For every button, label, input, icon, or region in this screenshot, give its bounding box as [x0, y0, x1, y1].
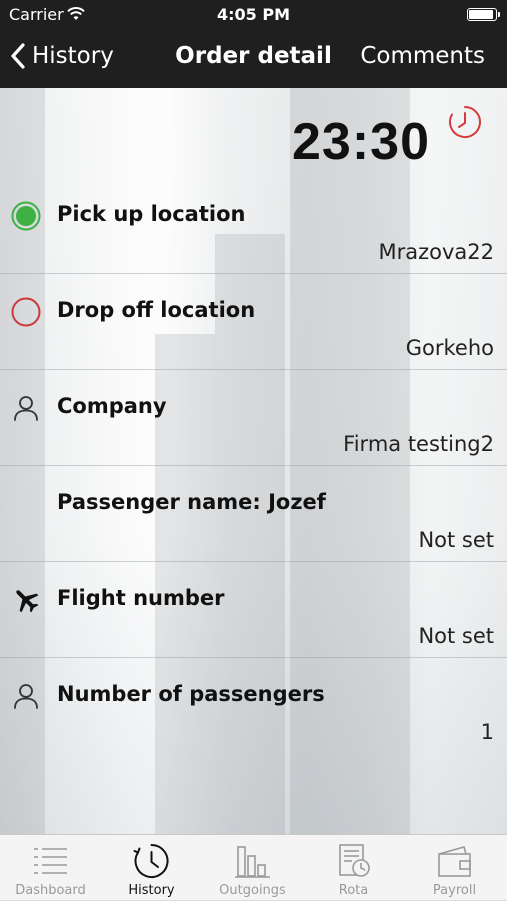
company-label: Company: [57, 394, 167, 418]
person-icon: [14, 684, 38, 709]
battery-fill: [469, 10, 493, 19]
tab-dashboard[interactable]: Dashboard: [0, 835, 101, 901]
passenger-count-row: Number of passengers 1: [0, 658, 507, 754]
tab-payroll[interactable]: Payroll: [404, 835, 505, 901]
tab-label: Rota: [338, 883, 369, 898]
list-icon: [34, 848, 67, 874]
pickup-location-value: Mrazova22: [378, 240, 494, 264]
passenger-count-label: Number of passengers: [57, 682, 325, 706]
comments-button[interactable]: Comments: [360, 43, 485, 69]
tab-history[interactable]: History: [101, 835, 202, 901]
pickup-location-label: Pick up location: [57, 202, 246, 226]
tab-rota[interactable]: Rota: [303, 835, 404, 901]
company-row: Company Firma testing2: [0, 370, 507, 466]
passenger-name-label: Passenger name: Jozef: [57, 490, 326, 514]
battery-icon: [467, 8, 500, 21]
pickup-location-row: Pick up location Mrazova22: [0, 178, 507, 274]
status-bar: Carrier 4:05 PM: [0, 0, 507, 30]
green-dot-icon: [11, 201, 41, 231]
tab-label: Outgoings: [219, 883, 286, 898]
wallet-icon: [438, 846, 471, 877]
history-clock-icon: [133, 843, 169, 878]
flight-number-value: Not set: [418, 624, 494, 648]
person-icon: [14, 396, 38, 421]
airplane-icon: [16, 590, 39, 613]
flight-number-label: Flight number: [57, 586, 225, 610]
navigation-bar: History Order detail Comments: [0, 30, 507, 88]
order-detail-content: 23:30 Pick up location Mrazova22 Drop of…: [0, 88, 507, 834]
dropoff-location-value: Gorkeho: [405, 336, 494, 360]
tab-label: Payroll: [432, 883, 477, 898]
flight-number-row: Flight number Not set: [0, 562, 507, 658]
order-time: 23:30: [292, 113, 430, 171]
red-circle-icon: [11, 297, 41, 327]
chevron-left-icon: [11, 43, 25, 69]
clock-history-icon[interactable]: [447, 104, 483, 140]
status-time: 4:05 PM: [216, 5, 290, 24]
passenger-name-row: Passenger name: Jozef Not set: [0, 466, 507, 562]
back-button[interactable]: History: [10, 42, 114, 70]
passenger-count-value: 1: [480, 720, 494, 744]
bar-chart-icon: [235, 846, 270, 878]
dropoff-location-label: Drop off location: [57, 298, 256, 322]
schedule-icon: [339, 844, 370, 877]
tab-label: History: [128, 883, 175, 898]
passenger-name-value: Not set: [418, 528, 494, 552]
tab-label: Dashboard: [15, 883, 86, 898]
dropoff-location-row: Drop off location Gorkeho: [0, 274, 507, 370]
page-title: Order detail: [175, 43, 332, 69]
company-value: Firma testing2: [343, 432, 494, 456]
tab-outgoings[interactable]: Outgoings: [202, 835, 303, 901]
tab-bar: Dashboard History Outgoings Rota Payroll: [0, 834, 507, 900]
back-label: History: [32, 43, 114, 69]
